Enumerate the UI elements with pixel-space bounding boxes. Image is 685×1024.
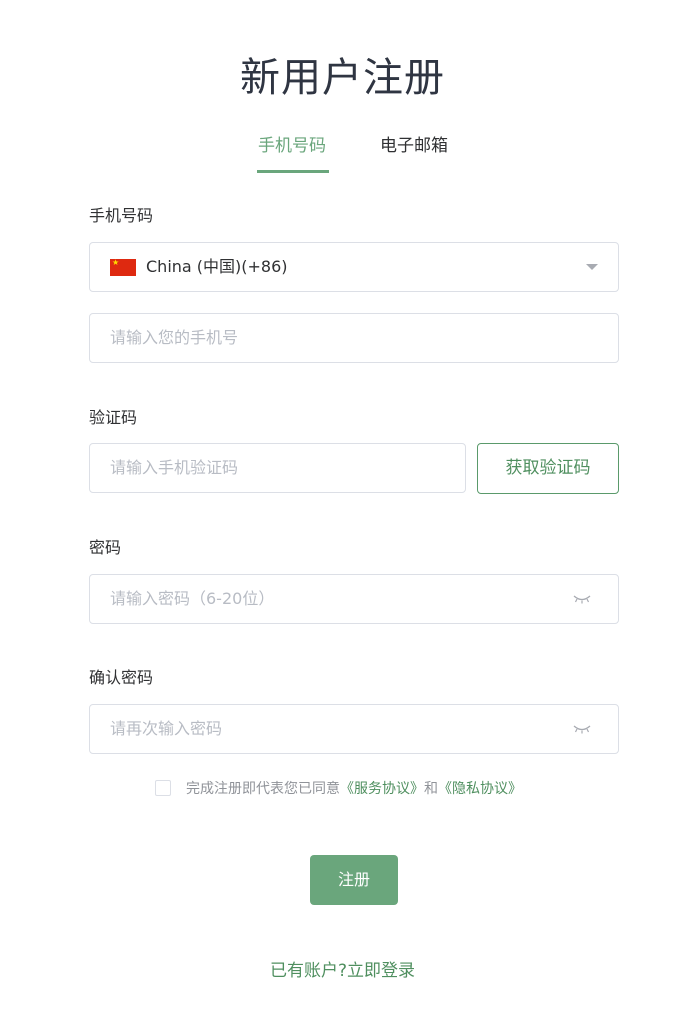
register-button[interactable]: 注册 — [310, 855, 398, 905]
get-code-button[interactable]: 获取验证码 — [477, 443, 619, 494]
active-tab-indicator — [257, 170, 329, 173]
agreement-and: 和 — [424, 781, 438, 797]
page-title: 新用户注册 — [240, 55, 445, 101]
verification-code-input[interactable]: 请输入手机验证码 — [89, 443, 466, 493]
confirm-password-placeholder: 请再次输入密码 — [110, 719, 223, 738]
verification-code-placeholder: 请输入手机验证码 — [110, 458, 239, 477]
phone-input-placeholder: 请输入您的手机号 — [110, 328, 239, 347]
eye-closed-icon[interactable] — [573, 723, 591, 735]
country-select-value: China (中国)(+86) — [146, 257, 288, 276]
confirm-password-label: 确认密码 — [89, 668, 154, 687]
agreement-checkbox[interactable] — [155, 780, 171, 796]
password-placeholder: 请输入密码（6-20位） — [110, 589, 275, 608]
confirm-password-input[interactable]: 请再次输入密码 — [89, 704, 619, 754]
eye-closed-icon[interactable] — [573, 593, 591, 605]
china-flag-icon: ★ — [110, 258, 136, 276]
code-label: 验证码 — [89, 408, 138, 427]
agreement-text: 完成注册即代表您已同意《服务协议》和《隐私协议》 — [186, 779, 522, 799]
phone-input[interactable]: 请输入您的手机号 — [89, 313, 619, 363]
password-input[interactable]: 请输入密码（6-20位） — [89, 574, 619, 624]
tab-email[interactable]: 电子邮箱 — [380, 132, 448, 160]
tab-phone[interactable]: 手机号码 — [258, 132, 326, 160]
register-tabs: 手机号码 电子邮箱 — [0, 132, 685, 174]
country-select[interactable]: ★ China (中国)(+86) — [89, 242, 619, 292]
privacy-agreement-link[interactable]: 《隐私协议》 — [438, 781, 522, 797]
service-agreement-link[interactable]: 《服务协议》 — [340, 781, 424, 797]
password-label: 密码 — [89, 538, 122, 557]
login-link[interactable]: 已有账户?立即登录 — [0, 958, 685, 984]
chevron-down-icon — [586, 264, 598, 270]
phone-label: 手机号码 — [89, 206, 154, 225]
agreement-prefix: 完成注册即代表您已同意 — [186, 781, 340, 797]
